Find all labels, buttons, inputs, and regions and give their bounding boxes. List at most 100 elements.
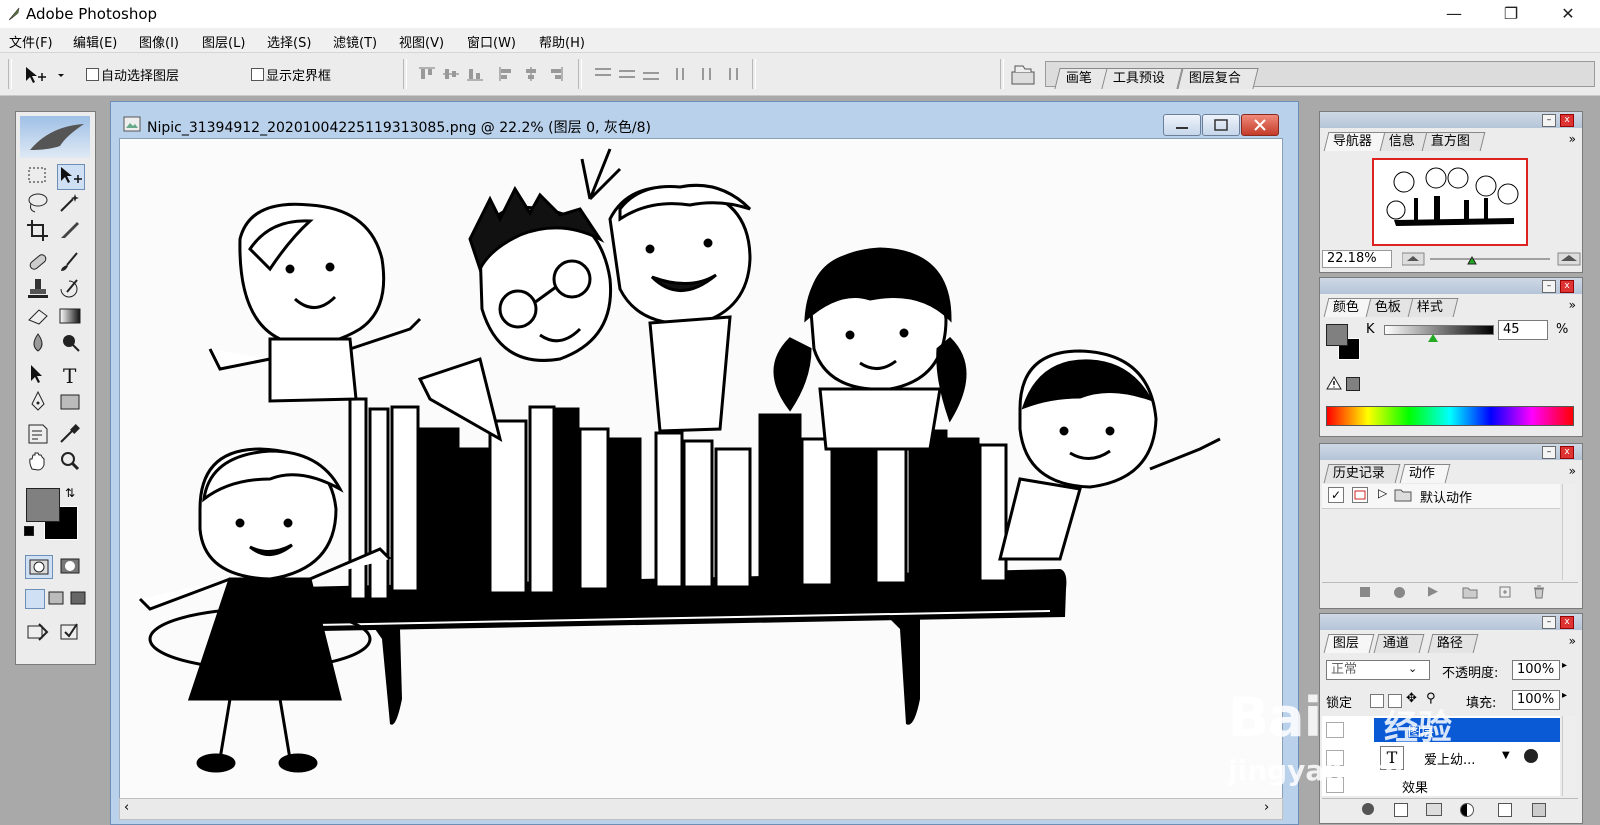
doc-minimize-button[interactable] (1163, 114, 1201, 136)
edit-in-imageready-icon[interactable] (57, 620, 83, 644)
blur-tool-icon[interactable] (25, 331, 51, 355)
eyedropper-icon[interactable] (57, 422, 83, 446)
hand-tool-icon[interactable] (25, 449, 51, 473)
slice-tool-icon[interactable] (57, 218, 83, 242)
restore-button[interactable]: ❐ (1483, 0, 1539, 28)
zoom-slider[interactable] (1402, 252, 1582, 266)
action-enable-check-icon[interactable]: ✓ (1328, 487, 1344, 503)
palette-minimize-icon[interactable]: – (1542, 280, 1556, 293)
align-right-icon[interactable] (546, 67, 564, 81)
path-selection-icon[interactable] (25, 363, 51, 387)
well-tab-layer-comps[interactable]: 图层复合 (1177, 68, 1259, 89)
new-group-icon[interactable] (1426, 803, 1442, 816)
tab-histogram[interactable]: 直方图 (1421, 132, 1486, 151)
navigator-thumbnail[interactable] (1372, 158, 1528, 246)
align-vcenter-icon[interactable] (442, 67, 460, 81)
show-bounds-checkbox[interactable] (251, 68, 264, 81)
move-tool-preset-icon[interactable] (24, 65, 64, 85)
toolbox-header[interactable] (20, 116, 90, 158)
action-set-row[interactable]: ✓ ▷ 默认动作 (1322, 484, 1560, 509)
screen-mode-menu-icon[interactable] (47, 589, 65, 607)
chevron-down-icon[interactable]: ⌄ (1408, 662, 1417, 675)
menu-select[interactable]: 选择(S) (267, 32, 311, 51)
gradient-tool-icon[interactable] (57, 304, 83, 328)
palette-minimize-icon[interactable]: – (1542, 616, 1556, 629)
scroll-right-icon[interactable]: › (1264, 800, 1269, 815)
adjustment-layer-icon[interactable] (1460, 803, 1474, 817)
crop-tool-icon[interactable] (25, 218, 51, 242)
tab-history[interactable]: 历史记录 (1323, 464, 1401, 483)
zoom-level-field[interactable]: 22.18% (1322, 250, 1392, 268)
layer-style-icon[interactable] (1362, 803, 1374, 815)
k-slider-track[interactable] (1384, 325, 1494, 335)
new-action-icon[interactable] (1498, 585, 1512, 599)
fill-field[interactable]: 100% (1512, 690, 1560, 710)
image-canvas[interactable] (119, 138, 1283, 800)
horizontal-scrollbar[interactable]: ‹ › (119, 798, 1283, 820)
tab-styles[interactable]: 样式 (1407, 298, 1459, 317)
expand-triangle-icon[interactable]: ▷ (1378, 486, 1387, 500)
k-value-field[interactable]: 45 (1498, 320, 1548, 340)
palette-close-icon[interactable]: x (1560, 616, 1574, 629)
close-button[interactable]: ✕ (1540, 0, 1596, 28)
history-brush-icon[interactable] (57, 277, 83, 301)
eraser-tool-icon[interactable] (25, 304, 51, 328)
palette-close-icon[interactable]: x (1560, 446, 1574, 459)
menu-window[interactable]: 窗口(W) (467, 32, 516, 51)
distribute-vcenter-icon[interactable] (618, 67, 636, 81)
color-spectrum-bar[interactable] (1326, 406, 1574, 426)
screen-mode-full-icon[interactable] (69, 589, 87, 607)
fill-arrow-icon[interactable]: ▸ (1562, 690, 1567, 701)
doc-close-button[interactable] (1241, 114, 1279, 136)
dodge-tool-icon[interactable] (57, 331, 83, 355)
doc-maximize-button[interactable] (1202, 114, 1240, 136)
distribute-hcenter-icon[interactable] (698, 67, 716, 81)
quick-mask-button[interactable] (57, 555, 83, 577)
clone-stamp-icon[interactable] (25, 277, 51, 301)
healing-brush-icon[interactable] (25, 250, 51, 274)
align-bottom-icon[interactable] (466, 67, 484, 81)
actions-scrollbar[interactable] (1562, 484, 1577, 580)
lock-transparency-icon[interactable] (1370, 694, 1384, 708)
palette-menu-icon[interactable]: » (1569, 634, 1576, 648)
new-set-icon[interactable] (1462, 586, 1478, 599)
trash-icon[interactable] (1532, 585, 1546, 599)
k-slider-thumb[interactable] (1427, 334, 1438, 342)
tab-layers[interactable]: 图层 (1323, 634, 1375, 653)
new-layer-icon[interactable] (1498, 803, 1512, 817)
notes-tool-icon[interactable] (25, 422, 51, 446)
stop-icon[interactable] (1360, 587, 1370, 597)
palette-minimize-icon[interactable]: – (1542, 446, 1556, 459)
palette-close-icon[interactable]: x (1560, 114, 1574, 127)
record-icon[interactable] (1394, 587, 1405, 598)
jump-to-imageready-icon[interactable] (25, 620, 51, 644)
layers-scrollbar[interactable] (1562, 716, 1577, 796)
layer-mask-icon[interactable] (1394, 803, 1408, 817)
file-browser-icon[interactable] (1010, 62, 1036, 86)
palette-close-icon[interactable]: x (1560, 280, 1574, 293)
zoom-tool-icon[interactable] (57, 449, 83, 473)
distribute-top-icon[interactable] (594, 67, 612, 81)
tab-actions[interactable]: 动作 (1399, 464, 1451, 483)
brush-tool-icon[interactable] (57, 250, 83, 274)
delete-layer-icon[interactable] (1532, 803, 1546, 817)
type-tool-icon[interactable]: T (57, 363, 83, 388)
menu-layer[interactable]: 图层(L) (202, 32, 245, 51)
auto-select-checkbox[interactable] (86, 68, 99, 81)
scroll-left-icon[interactable]: ‹ (124, 800, 129, 815)
well-tab-tool-presets[interactable]: 工具预设 (1101, 68, 1183, 89)
menu-filter[interactable]: 滤镜(T) (333, 32, 377, 51)
menu-image[interactable]: 图像(I) (139, 32, 179, 51)
layer-effects-icon[interactable] (1524, 749, 1538, 763)
palette-menu-icon[interactable]: » (1569, 298, 1576, 312)
gamut-warning-icon[interactable] (1326, 376, 1342, 390)
swap-colors-icon[interactable]: ⇅ (65, 486, 75, 500)
palette-menu-icon[interactable]: » (1569, 464, 1576, 478)
menu-help[interactable]: 帮助(H) (539, 32, 585, 51)
standard-mode-button[interactable] (25, 555, 53, 579)
minimize-button[interactable]: — (1426, 0, 1482, 28)
visibility-eye-icon[interactable] (1326, 722, 1344, 738)
align-top-icon[interactable] (418, 67, 436, 81)
marquee-tool-icon[interactable] (25, 164, 51, 188)
gamut-color-swatch[interactable] (1346, 377, 1360, 391)
